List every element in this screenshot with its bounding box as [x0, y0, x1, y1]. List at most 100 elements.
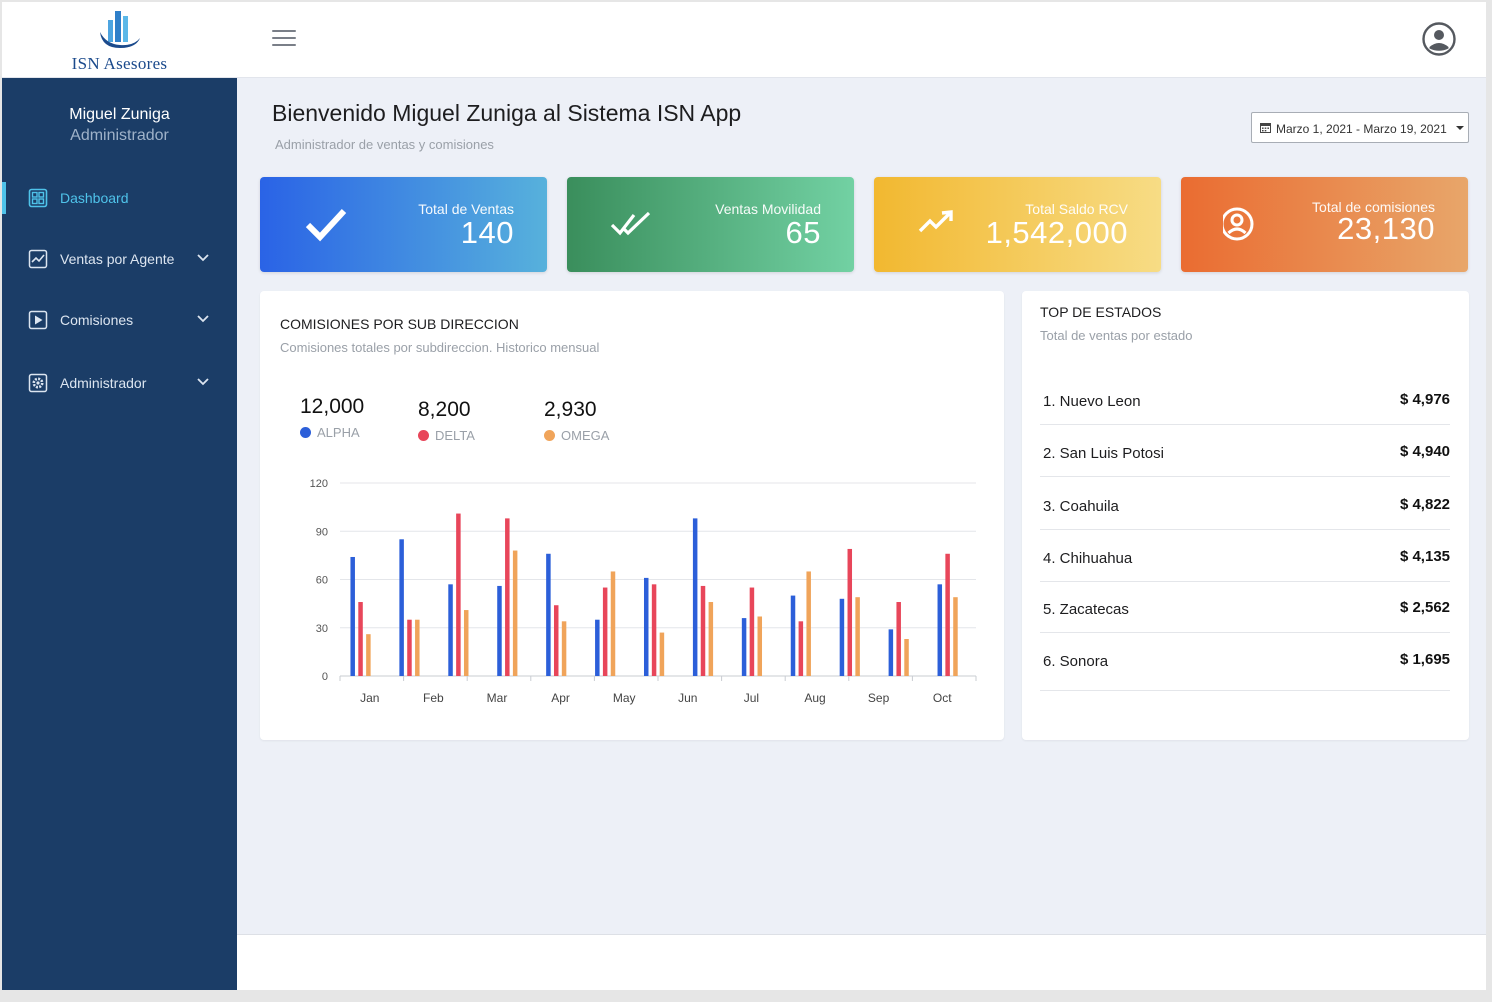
y-tick-label: 60: [316, 575, 328, 587]
bar-alpha: [692, 518, 698, 676]
trend-icon: [28, 249, 48, 269]
chevron-down-icon[interactable]: [196, 312, 210, 326]
stat-value: 1,542,000: [985, 215, 1128, 250]
bar-delta: [358, 602, 363, 676]
user-role: Administrador: [70, 127, 169, 144]
bar-delta: [700, 585, 706, 676]
bar-delta: [602, 587, 608, 676]
y-tick-label: 90: [316, 526, 328, 538]
bar-alpha: [399, 539, 404, 676]
date-range-picker[interactable]: Marzo 1, 2021 - Marzo 19, 2021: [1251, 112, 1469, 143]
state-name: 1. Nuevo Leon: [1043, 393, 1141, 410]
bar-alpha: [546, 553, 551, 676]
bar-alpha: [790, 595, 796, 676]
user-circle-icon[interactable]: [1422, 22, 1456, 56]
bar-delta: [505, 518, 510, 676]
stat-value: 65: [785, 215, 821, 250]
state-value: $ 4,940: [1399, 443, 1450, 460]
sidebar-item-comisiones[interactable]: Comisiones: [2, 300, 237, 340]
brand-name: ISN Asesores: [71, 54, 168, 73]
bar-omega: [659, 632, 665, 676]
sidebar: Miguel Zuniga Administrador Dashboard Ve…: [2, 78, 237, 990]
x-tick-label: Aug: [804, 691, 825, 705]
bar-alpha: [937, 584, 943, 676]
state-row[interactable]: 4. Chihuahua $ 4,135: [1040, 530, 1450, 582]
bar-delta: [945, 553, 950, 676]
double-check-icon: [610, 211, 651, 236]
stat-card-total-ventas[interactable]: Total de Ventas 140: [260, 177, 547, 272]
sidebar-item-ventas-por-agente[interactable]: Ventas por Agente: [2, 239, 237, 279]
stat-value: 23,130: [1337, 211, 1435, 246]
state-value: $ 2,562: [1399, 599, 1450, 616]
x-tick-label: Oct: [933, 691, 952, 705]
state-row[interactable]: 3. Coahuila $ 4,822: [1040, 478, 1450, 530]
y-tick-label: 0: [322, 671, 328, 683]
bar-omega: [904, 639, 909, 676]
stat-card-total-comisiones[interactable]: Total de comisiones 23,130: [1181, 177, 1468, 272]
active-indicator: [2, 182, 6, 214]
card-subtitle: Total de ventas por estado: [1040, 328, 1193, 343]
chevron-down-icon[interactable]: [196, 375, 210, 389]
card-title: TOP DE ESTADOS: [1040, 304, 1162, 320]
state-name: 6. Sonora: [1043, 653, 1109, 670]
bar-alpha: [350, 556, 355, 676]
state-row[interactable]: 2. San Luis Potosi $ 4,940: [1040, 425, 1450, 477]
bar-omega: [512, 550, 518, 676]
stat-card-total-saldo-rcv[interactable]: Total Saldo RCV 1,542,000: [874, 177, 1161, 272]
bar-omega: [561, 621, 567, 676]
y-tick-label: 30: [316, 623, 328, 635]
bar-omega: [855, 597, 860, 676]
state-row[interactable]: 5. Zacatecas $ 2,562: [1040, 581, 1450, 633]
y-tick-label: 120: [310, 478, 328, 490]
sidebar-item-dashboard[interactable]: Dashboard: [2, 178, 237, 218]
bar-alpha: [448, 584, 453, 676]
logo-icon: [100, 11, 140, 48]
calendar-icon: [1260, 123, 1271, 133]
bar-alpha: [595, 619, 600, 676]
top-bar: ISN Asesores: [2, 2, 1486, 78]
bar-alpha: [741, 618, 747, 676]
x-tick-label: Apr: [551, 691, 570, 705]
sidebar-item-label: Dashboard: [60, 190, 129, 206]
state-row[interactable]: 6. Sonora $ 1,695: [1040, 633, 1450, 691]
state-name: 5. Zacatecas: [1043, 601, 1129, 618]
chevron-down-icon[interactable]: [196, 251, 210, 265]
x-tick-label: May: [613, 691, 636, 705]
stat-value: 140: [460, 215, 514, 250]
brand-logo[interactable]: ISN Asesores: [2, 2, 237, 78]
commissions-chart-card: COMISIONES POR SUB DIRECCION Comisiones …: [260, 291, 1004, 740]
bar-delta: [407, 619, 412, 676]
state-name: 2. San Luis Potosi: [1043, 445, 1164, 462]
state-value: $ 1,695: [1399, 651, 1450, 668]
gear-icon: [28, 373, 48, 393]
x-tick-label: Sep: [868, 691, 890, 705]
bar-alpha: [888, 629, 894, 676]
bar-delta: [798, 621, 804, 676]
trending-up-icon: [918, 210, 953, 233]
state-value: $ 4,822: [1399, 496, 1450, 513]
hamburger-icon[interactable]: [272, 30, 296, 50]
x-tick-label: Feb: [423, 691, 444, 705]
bar-delta: [847, 548, 853, 676]
caret-down-icon: [1456, 126, 1464, 130]
x-tick-label: Jun: [678, 691, 697, 705]
bar-omega: [610, 571, 616, 676]
x-tick-label: Mar: [487, 691, 508, 705]
user-circle-icon: [1223, 207, 1254, 241]
sidebar-item-label: Ventas por Agente: [60, 251, 175, 267]
bar-omega: [415, 619, 420, 676]
bar-alpha: [643, 577, 649, 676]
bar-omega: [806, 571, 811, 676]
x-tick-label: Jan: [360, 691, 379, 705]
bar-delta: [456, 513, 461, 676]
check-icon: [305, 208, 347, 242]
state-value: $ 4,976: [1399, 391, 1450, 408]
bar-alpha: [839, 598, 845, 676]
sidebar-item-administrador[interactable]: Administrador: [2, 363, 237, 403]
bar-omega: [366, 634, 371, 676]
sidebar-user: Miguel Zuniga Administrador: [2, 106, 237, 145]
stat-card-ventas-movilidad[interactable]: Ventas Movilidad 65: [567, 177, 854, 272]
footer: [237, 934, 1486, 990]
state-row[interactable]: 1. Nuevo Leon $ 4,976: [1040, 373, 1450, 425]
bar-delta: [896, 602, 901, 676]
